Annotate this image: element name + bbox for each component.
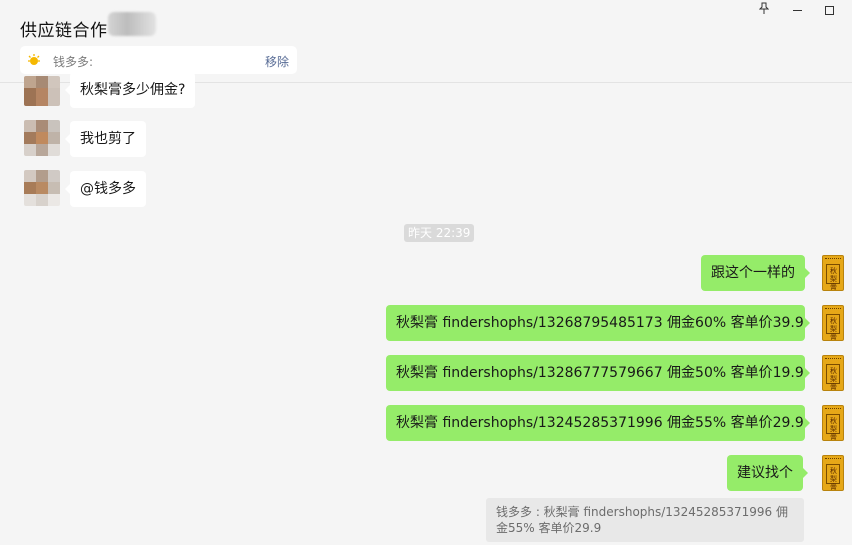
avatar-self[interactable]: 秋梨膏 xyxy=(822,305,844,341)
avatar-self[interactable]: 秋梨膏 xyxy=(822,405,844,441)
title-bar: 供应链合作 钱多多: 移除 xyxy=(0,0,852,83)
message-bubble-self[interactable]: 秋梨膏 findershophs/13245285371996 佣金55% 客单… xyxy=(386,405,810,441)
maximize-icon[interactable] xyxy=(819,2,839,18)
message-bubble-self[interactable]: 跟这个一样的 xyxy=(701,255,810,291)
message-bubble-self[interactable]: 秋梨膏 findershophs/13268795485173 佣金60% 客单… xyxy=(386,305,810,341)
timestamp: 昨天 22:39 xyxy=(404,224,475,242)
remove-button[interactable]: 移除 xyxy=(265,53,289,70)
message-bubble[interactable]: @钱多多 xyxy=(65,171,146,207)
avatar-self[interactable]: 秋梨膏 xyxy=(822,355,844,391)
title-redacted-blur xyxy=(108,12,156,36)
avatar[interactable] xyxy=(24,170,60,206)
message-bubble-self[interactable]: 建议找个 xyxy=(727,455,808,491)
message-bubble-self[interactable]: 秋梨膏 findershophs/13286777579667 佣金50% 客单… xyxy=(386,355,810,391)
avatar-self[interactable]: 秋梨膏 xyxy=(822,455,844,491)
sun-icon xyxy=(28,54,40,65)
notice-text: 钱多多: xyxy=(53,55,94,69)
quoted-message[interactable]: 钱多多 : 秋梨膏 findershophs/13245285371996 佣金… xyxy=(486,498,804,542)
group-notice-bar: 钱多多: 移除 xyxy=(20,46,297,74)
minimize-icon[interactable] xyxy=(787,2,807,18)
chat-title: 供应链合作 xyxy=(20,21,108,41)
message-bubble[interactable]: 我也剪了 xyxy=(65,121,146,157)
avatar[interactable] xyxy=(24,76,60,106)
avatar-self[interactable]: 秋梨膏 xyxy=(822,255,844,291)
avatar[interactable] xyxy=(24,120,60,156)
pin-icon[interactable] xyxy=(754,2,774,18)
message-bubble[interactable]: 秋梨膏多少佣金? xyxy=(64,72,196,108)
